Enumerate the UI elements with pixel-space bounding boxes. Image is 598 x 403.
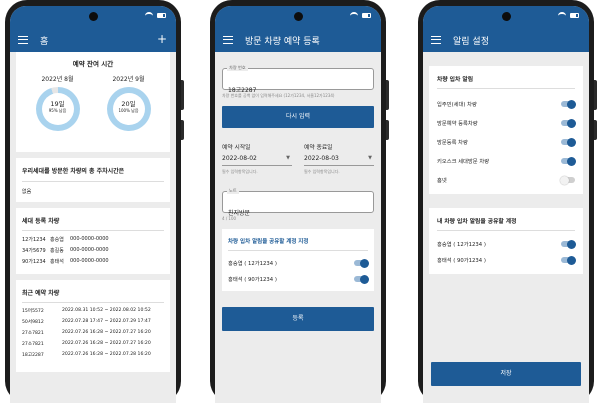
- note-input[interactable]: 노트 친지방문: [222, 188, 374, 217]
- end-date-value: 2022-08-03: [304, 155, 339, 162]
- battery-icon: [362, 12, 371, 18]
- start-date-label: 예약 시작일: [222, 145, 251, 151]
- month-stat: 2022년 9월 20일 100% 남음: [97, 74, 161, 131]
- remaining-donut: 19일 95% 남음: [35, 87, 80, 131]
- total-parking-card: 우리세대를 방문한 차량의 총 주차시간은 없음: [16, 158, 170, 202]
- alert-toggle[interactable]: [560, 175, 575, 185]
- share-account-card: 내 차량 입차 알림을 공유할 계정 홍승엽 ( 12가1234 ) 홍태석 (…: [429, 208, 583, 274]
- alert-toggle-row: 홈넷: [437, 175, 575, 185]
- registered-heading: 세대 등록 차량: [22, 218, 60, 225]
- alert-toggle[interactable]: [561, 118, 576, 128]
- plate-label: 차량 번호: [227, 65, 248, 71]
- share-toggle[interactable]: [354, 258, 369, 268]
- battery-icon: [157, 12, 166, 18]
- alert-toggle-row: 방문등록 차량: [437, 137, 576, 147]
- remaining-percent: 100% 남음: [118, 107, 139, 113]
- phone-visit: 방문 차량 예약 등록 차량 번호 18고2287 차량 번호를 공백 없이 입…: [210, 0, 389, 403]
- status-bar: [423, 6, 589, 28]
- dropdown-caret-icon: ▼: [286, 155, 290, 161]
- alert-toggle[interactable]: [561, 99, 576, 109]
- alert-toggle-row: 키오스크 세대방문 차량: [437, 156, 576, 166]
- list-item[interactable]: 27소7821 2022.07.26 16:28 ~ 2022.07.27 16:…: [22, 341, 164, 347]
- list-item[interactable]: 18고2287 2022.07.26 16:28 ~ 2022.07.28 16:…: [22, 352, 164, 358]
- total-parking-heading: 우리세대를 방문한 차량의 총 주차시간은: [22, 168, 125, 175]
- share-toggle[interactable]: [561, 255, 576, 265]
- table-row[interactable]: 90가1234 홍태석 000-0000-0000: [22, 258, 164, 265]
- page-title: 방문 차량 예약 등록: [245, 36, 320, 47]
- share-card: 차량 입차 알림을 공유할 계정 지정 홍승엽 ( 12가1234 ) 홍태석 …: [222, 229, 374, 291]
- menu-icon[interactable]: [223, 36, 233, 44]
- alert-toggle[interactable]: [561, 156, 576, 166]
- alert-toggle[interactable]: [561, 137, 576, 147]
- start-date-value: 2022-08-02: [222, 155, 257, 162]
- entry-alert-card: 차량 입차 알림 입주민(세대) 차량 방문예약 등록차량 방문등록 차량 키오…: [429, 66, 583, 194]
- registered-cars-card: 세대 등록 차량 12가1234 홍승엽 000-0000-0000 34가56…: [16, 208, 170, 274]
- share-toggle-row: 홍승엽 ( 12가1234 ): [437, 239, 576, 249]
- page-title: 알림 설정: [453, 36, 489, 47]
- share-toggle-row: 홍태석 ( 90가1234 ): [437, 255, 576, 265]
- save-button[interactable]: 저장: [431, 362, 581, 386]
- alert-toggle-row: 방문예약 등록차량: [437, 118, 576, 128]
- month-label: 2022년 8월: [41, 76, 74, 83]
- page-title: 홈: [40, 36, 49, 47]
- remaining-percent: 95% 남음: [48, 107, 67, 113]
- end-date-hint: 필수 입력항목입니다.: [304, 169, 340, 174]
- end-date-label: 예약 종료일: [304, 145, 333, 151]
- share-toggle[interactable]: [561, 239, 576, 249]
- share-toggle-row: 홍태석 ( 90가1234 ): [228, 274, 369, 284]
- app-bar: 알림 설정: [423, 28, 589, 52]
- list-item[interactable]: 15머5572 2022.08.31 10:52 ~ 2022.08.02 10:…: [22, 308, 164, 314]
- month-label: 2022년 9월: [112, 76, 145, 83]
- home-screen: 홈 + 예약 잔여 시간 2022년 8월 19일 95% 남음 2022년 9…: [10, 6, 176, 403]
- list-item[interactable]: 27소7821 2022.07.26 16:28 ~ 2022.07.27 16:…: [22, 330, 164, 336]
- add-icon[interactable]: +: [157, 32, 167, 46]
- start-date-field[interactable]: 예약 시작일 2022-08-02 ▼ 필수 입력항목입니다.: [222, 142, 292, 175]
- dropdown-caret-icon: ▼: [368, 155, 372, 161]
- list-item[interactable]: 50서9812 2022.07.28 17:47 ~ 2022.07.29 17:…: [22, 319, 164, 325]
- alert-toggle-row: 입주민(세대) 차량: [437, 99, 576, 109]
- alerts-screen: 알림 설정 차량 입차 알림 입주민(세대) 차량 방문예약 등록차량 방문등록…: [423, 6, 589, 403]
- app-bar: 방문 차량 예약 등록: [215, 28, 381, 52]
- remaining-donut: 20일 100% 남음: [106, 87, 151, 131]
- wifi-icon: [145, 12, 153, 18]
- recent-heading: 최근 예약 차량: [22, 290, 60, 297]
- menu-icon[interactable]: [18, 36, 28, 44]
- phone-home: 홈 + 예약 잔여 시간 2022년 8월 19일 95% 남음 2022년 9…: [5, 0, 184, 403]
- end-date-field[interactable]: 예약 종료일 2022-08-03 ▼ 필수 입력항목입니다.: [304, 142, 374, 175]
- status-bar: [10, 6, 176, 28]
- table-row[interactable]: 12가1234 홍승엽 000-0000-0000: [22, 236, 164, 243]
- reenter-button[interactable]: 다시 입력: [222, 106, 374, 128]
- note-value: 친지방문: [228, 210, 251, 217]
- remaining-time-card: 예약 잔여 시간 2022년 8월 19일 95% 남음 2022년 9월 20…: [16, 52, 170, 152]
- plate-value: 18고2287: [228, 87, 257, 94]
- app-bar: 홈 +: [10, 28, 176, 52]
- remaining-heading: 예약 잔여 시간: [72, 60, 114, 68]
- share-heading: 내 차량 입차 알림을 공유할 계정: [437, 216, 575, 231]
- menu-icon[interactable]: [431, 36, 441, 44]
- visit-screen: 방문 차량 예약 등록 차량 번호 18고2287 차량 번호를 공백 없이 입…: [215, 6, 381, 403]
- share-toggle-row: 홍승엽 ( 12가1234 ): [228, 258, 369, 268]
- total-parking-value: 없음: [22, 181, 164, 195]
- recent-reservations-card: 최근 예약 차량 15머5572 2022.08.31 10:52 ~ 2022.…: [16, 280, 170, 372]
- share-heading: 차량 입차 알림을 공유할 계정 지정: [228, 237, 368, 251]
- phone-alerts: 알림 설정 차량 입차 알림 입주민(세대) 차량 방문예약 등록차량 방문등록…: [418, 0, 597, 403]
- table-row[interactable]: 34가5679 홍길동 000-0000-0000: [22, 247, 164, 254]
- entry-heading: 차량 입차 알림: [437, 74, 575, 89]
- wifi-icon: [558, 12, 566, 18]
- start-date-hint: 필수 입력항목입니다.: [222, 169, 258, 174]
- wifi-icon: [350, 12, 358, 18]
- share-toggle[interactable]: [354, 274, 369, 284]
- month-stat: 2022년 8월 19일 95% 남음: [26, 74, 90, 131]
- plate-input[interactable]: 차량 번호 18고2287: [222, 65, 374, 94]
- status-bar: [215, 6, 381, 28]
- battery-icon: [570, 12, 579, 18]
- submit-button[interactable]: 등록: [222, 307, 374, 331]
- note-label: 노트: [227, 188, 239, 194]
